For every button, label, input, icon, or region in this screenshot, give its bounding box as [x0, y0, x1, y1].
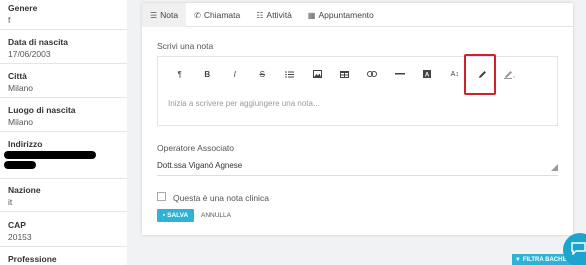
field-zip: CAP 20153	[8, 220, 123, 242]
field-gender: Genere f	[8, 3, 123, 25]
clinical-note-checkbox[interactable]	[157, 192, 166, 201]
divider	[0, 211, 127, 212]
clear-format-icon[interactable]: ×	[496, 66, 524, 82]
field-value: Milano	[8, 83, 34, 93]
tab-attivita[interactable]: ☷ Attività	[248, 3, 300, 27]
field-country: Nazione it	[8, 185, 123, 207]
divider	[0, 246, 127, 247]
field-label: Città	[8, 71, 27, 81]
field-value: 20153	[8, 232, 32, 242]
field-value: 17/06/2003	[8, 49, 51, 59]
field-label: Professione	[8, 254, 57, 264]
save-button[interactable]: ▪ SALVA	[157, 209, 194, 222]
filter-icon: ▼	[514, 256, 521, 263]
clinical-note-label: Questa è una nota clinica	[173, 193, 269, 203]
operator-label: Operatore Associato	[157, 143, 235, 153]
activity-tabs: ☰ Nota ✆ Chiamata ☷ Attività ▦ Appuntame…	[142, 3, 573, 27]
link-icon[interactable]	[359, 66, 387, 82]
divider	[0, 97, 127, 98]
horizontal-rule-icon[interactable]	[386, 66, 414, 82]
field-value: it	[8, 197, 13, 207]
field-birthdate: Data di nascita 17/06/2003	[8, 37, 123, 59]
svg-text:A: A	[425, 73, 430, 79]
phone-icon: ✆	[194, 10, 201, 20]
field-label: Luogo di nascita	[8, 105, 76, 115]
strikethrough-icon[interactable]: S	[249, 66, 277, 82]
operator-select[interactable]: Dott.ssa Viganò Agnese	[157, 161, 242, 170]
image-icon[interactable]	[304, 66, 332, 82]
redaction-bar	[4, 151, 96, 159]
divider	[0, 29, 127, 30]
redaction-bar	[4, 161, 36, 169]
field-profession: Professione	[8, 254, 123, 264]
divider	[0, 131, 127, 132]
note-editor[interactable]: ¶ B I S A A↕ × Inizia a scrivere per agg…	[157, 56, 558, 126]
field-address: Indirizzo	[8, 139, 123, 149]
svg-text:×: ×	[513, 74, 515, 79]
field-label: Data di nascita	[8, 37, 68, 47]
field-label: Nazione	[8, 185, 41, 195]
bullet-list-icon[interactable]	[276, 66, 304, 82]
field-value: f	[8, 15, 11, 25]
save-icon: ▪	[162, 212, 166, 219]
field-city: Città Milano	[8, 71, 123, 93]
tab-nota[interactable]: ☰ Nota	[142, 3, 187, 27]
divider	[0, 63, 127, 64]
field-label: Indirizzo	[8, 139, 43, 149]
italic-icon[interactable]: I	[221, 66, 249, 82]
list-icon: ☷	[256, 10, 264, 20]
tab-label: Chiamata	[203, 10, 241, 20]
tab-appuntamento[interactable]: ▦ Appuntamento	[300, 3, 382, 27]
tab-label: Nota	[160, 10, 179, 20]
tab-label: Appuntamento	[318, 10, 374, 20]
text-color-icon[interactable]: A	[414, 66, 442, 82]
note-section-label: Scrivi una nota	[157, 41, 214, 51]
note-card: ☰ Nota ✆ Chiamata ☷ Attività ▦ Appuntame…	[142, 3, 573, 235]
paragraph-icon[interactable]: ¶	[166, 66, 194, 82]
chat-icon	[571, 242, 586, 255]
field-label: Genere	[8, 3, 38, 13]
resize-grip-icon[interactable]	[551, 164, 558, 171]
save-label: SALVA	[167, 212, 189, 219]
calendar-icon: ▦	[307, 10, 316, 20]
chat-button[interactable]	[563, 233, 586, 265]
operator-underline	[157, 175, 558, 176]
tab-label: Attività	[266, 10, 292, 20]
bold-icon[interactable]: B	[194, 66, 222, 82]
field-label: CAP	[8, 220, 26, 230]
field-birthplace: Luogo di nascita Milano	[8, 105, 123, 127]
tab-chiamata[interactable]: ✆ Chiamata	[186, 3, 248, 27]
note-icon: ☰	[150, 10, 158, 20]
divider	[0, 178, 127, 179]
highlight-box	[464, 54, 496, 95]
profile-panel: Genere f Data di nascita 17/06/2003 Citt…	[0, 0, 127, 265]
field-value: Milano	[8, 117, 34, 127]
table-icon[interactable]	[331, 66, 359, 82]
cancel-button[interactable]: ANNULLA	[201, 209, 231, 222]
editor-placeholder: Inizia a scrivere per aggiungere una not…	[168, 99, 320, 108]
